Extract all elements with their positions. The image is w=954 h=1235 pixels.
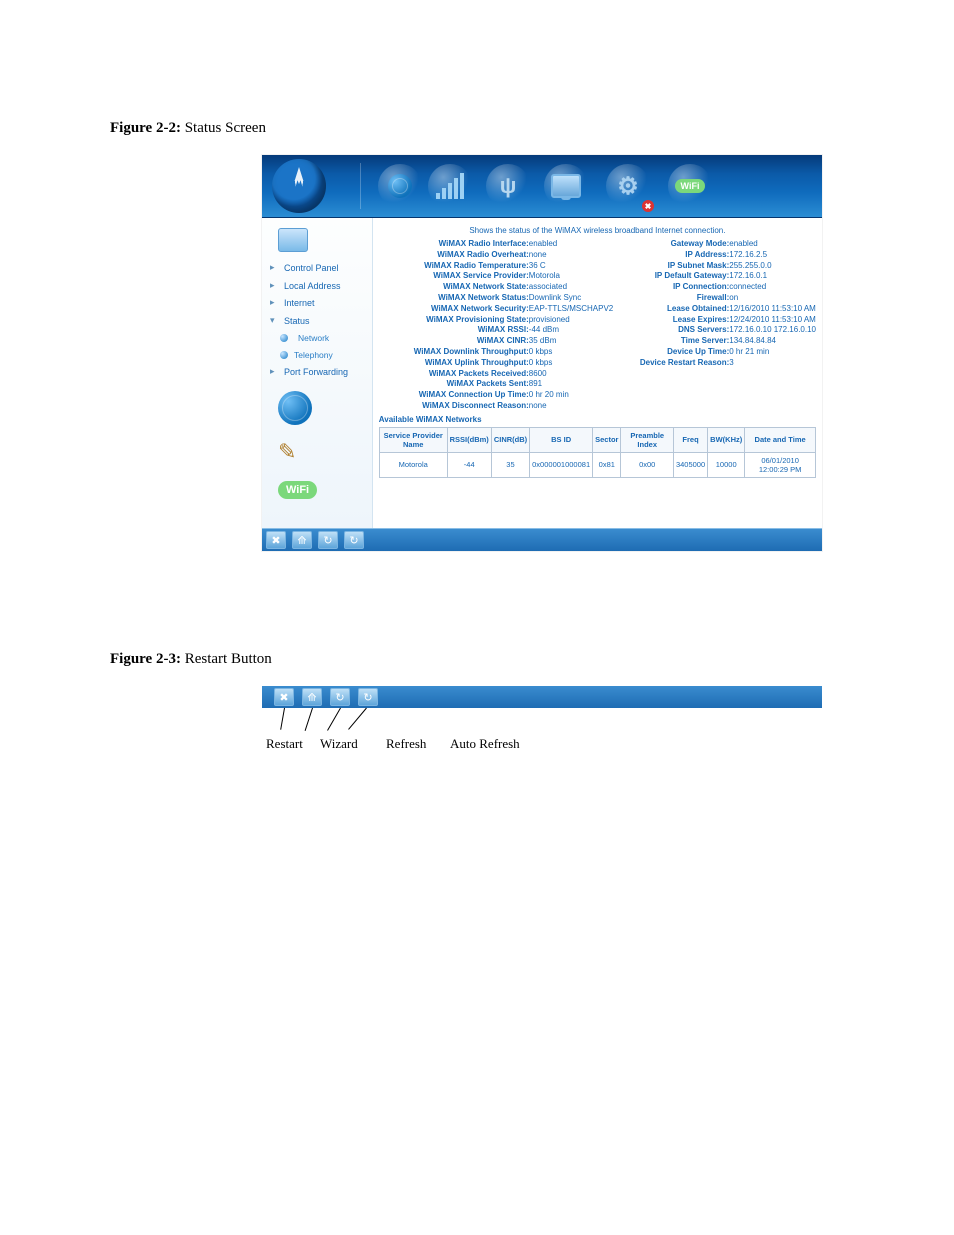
status-kv: Lease Expires:12/24/2010 11:53:10 AM: [619, 315, 816, 326]
status-banner: Shows the status of the WiMAX wireless b…: [379, 224, 816, 239]
status-kv: WiMAX Network State:associated: [379, 282, 613, 293]
table-header: RSSI(dBm): [447, 427, 491, 452]
header-monitor-icon[interactable]: [544, 164, 588, 208]
status-kv: DNS Servers:172.16.0.10 172.16.0.10: [619, 325, 816, 336]
figure-2-3-caption: Figure 2-3: Restart Button: [110, 651, 874, 668]
table-cell: 3405000: [673, 452, 707, 477]
status-kv: WiMAX Downlink Throughput:0 kbps: [379, 347, 613, 358]
main-content: Shows the status of the WiMAX wireless b…: [373, 218, 822, 528]
sidebar-globe-large-icon: [278, 391, 368, 431]
status-kv: WiMAX Packets Received:8600: [379, 369, 613, 380]
sidebar-pen-icon: ✎: [278, 439, 368, 465]
status-kv: WiMAX Service Provider:Motorola: [379, 271, 613, 282]
status-kv: WiMAX Uplink Throughput:0 kbps: [379, 358, 613, 369]
callout-wizard: Wizard: [320, 736, 358, 752]
table-header: BW(KHz): [708, 427, 745, 452]
status-kv: Gateway Mode:enabled: [619, 239, 816, 250]
table-header: CINR(dB): [491, 427, 529, 452]
status-kv: IP Address:172.16.2.5: [619, 250, 816, 261]
header-wifi-icon[interactable]: WiFi: [668, 164, 712, 208]
sidebar-item-local-address[interactable]: Local Address: [268, 278, 368, 296]
available-networks-label: Available WiMAX Networks: [379, 412, 816, 424]
footer-toolbar: ✖ ⟰ ↻ ↻: [262, 528, 822, 551]
status-kv: Device Up Time:0 hr 21 min: [619, 347, 816, 358]
footer-auto-refresh-button[interactable]: ↻: [344, 531, 364, 549]
sidebar-item-port-forwarding[interactable]: Port Forwarding: [268, 364, 368, 382]
status-kv: Device Restart Reason:3: [619, 358, 816, 369]
figure-2-3-title: Restart Button: [185, 651, 272, 667]
header-globe-icon[interactable]: [378, 164, 422, 208]
status-kv: IP Default Gateway:172.16.0.1: [619, 271, 816, 282]
sidebar-item-status[interactable]: Status: [268, 313, 368, 331]
footer-toolbar-detail: ✖ ⟰ ↻ ↻: [262, 686, 822, 708]
status-kv: IP Subnet Mask:255.255.0.0: [619, 261, 816, 272]
table-header: Service Provider Name: [379, 427, 447, 452]
status-right-column: Gateway Mode:enabledIP Address:172.16.2.…: [619, 239, 816, 412]
status-kv: Firewall:on: [619, 293, 816, 304]
app-header: ψ ⚙ WiFi: [262, 155, 822, 218]
status-left-column: WiMAX Radio Interface:enabledWiMAX Radio…: [379, 239, 613, 412]
table-cell: 35: [491, 452, 529, 477]
sidebar-wifi-large-icon: WiFi: [278, 473, 368, 499]
table-header: BS ID: [530, 427, 593, 452]
detail-auto-refresh-button[interactable]: ↻: [358, 688, 378, 706]
sidebar-item-internet[interactable]: Internet: [268, 295, 368, 313]
status-kv: Lease Obtained:12/16/2010 11:53:10 AM: [619, 304, 816, 315]
detail-wizard-button[interactable]: ⟰: [302, 688, 322, 706]
table-header: Sector: [593, 427, 621, 452]
sidebar-item-network[interactable]: Network: [268, 330, 368, 347]
table-cell: Motorola: [379, 452, 447, 477]
table-cell: 0x000001000081: [530, 452, 593, 477]
status-kv: WiMAX Packets Sent:891: [379, 379, 613, 390]
status-kv: Time Server:134.84.84.84: [619, 336, 816, 347]
status-kv: WiMAX Network Security:EAP-TTLS/MSCHAPV2: [379, 304, 613, 315]
sidebar: Control Panel Local Address Internet Sta…: [262, 218, 373, 528]
status-kv: WiMAX RSSI:-44 dBm: [379, 325, 613, 336]
header-signal-bars-icon[interactable]: [428, 164, 472, 208]
status-kv: WiMAX CINR:35 dBm: [379, 336, 613, 347]
figure-2-2-title: Status Screen: [185, 120, 266, 136]
detail-restart-button[interactable]: ✖: [274, 688, 294, 706]
footer-refresh-button[interactable]: ↻: [318, 531, 338, 549]
status-screen-screenshot: ψ ⚙ WiFi Control Panel Local Address Int…: [262, 155, 822, 551]
sidebar-item-telephony[interactable]: Telephony: [268, 347, 368, 364]
available-networks-table: Service Provider NameRSSI(dBm)CINR(dB)BS…: [379, 427, 816, 478]
table-header: Date and Time: [745, 427, 816, 452]
header-antenna-icon[interactable]: ψ: [486, 164, 530, 208]
callout-refresh: Refresh: [386, 736, 426, 752]
table-cell: 06/01/2010 12:00:29 PM: [745, 452, 816, 477]
status-kv: WiMAX Radio Overheat:none: [379, 250, 613, 261]
table-header: Preamble Index: [621, 427, 673, 452]
status-kv: WiMAX Provisioning State:provisioned: [379, 315, 613, 326]
motorola-logo: [272, 159, 326, 213]
callout-restart: Restart: [266, 736, 303, 752]
detail-refresh-button[interactable]: ↻: [330, 688, 350, 706]
status-kv: WiMAX Radio Temperature:36 C: [379, 261, 613, 272]
status-kv: IP Connection:connected: [619, 282, 816, 293]
figure-2-3-label: Figure 2-3:: [110, 651, 181, 667]
table-cell: 0x81: [593, 452, 621, 477]
figure-2-2-caption: Figure 2-2: Status Screen: [110, 120, 874, 137]
figure-2-2-label: Figure 2-2:: [110, 120, 181, 136]
status-kv: WiMAX Radio Interface:enabled: [379, 239, 613, 250]
table-header: Freq: [673, 427, 707, 452]
sidebar-device-icon: [272, 226, 312, 256]
callout-auto-refresh: Auto Refresh: [450, 736, 520, 752]
table-cell: 0x00: [621, 452, 673, 477]
restart-button-figure: ✖ ⟰ ↻ ↻ Restart Wizard Refresh Auto Refr…: [262, 686, 874, 756]
status-kv: WiMAX Network Status:Downlink Sync: [379, 293, 613, 304]
status-kv: WiMAX Connection Up Time:0 hr 20 min: [379, 390, 613, 401]
footer-restart-button[interactable]: ✖: [266, 531, 286, 549]
footer-wizard-button[interactable]: ⟰: [292, 531, 312, 549]
table-cell: -44: [447, 452, 491, 477]
sidebar-item-control-panel[interactable]: Control Panel: [268, 260, 368, 278]
status-kv: WiMAX Disconnect Reason:none: [379, 401, 613, 412]
header-gear-disabled-icon[interactable]: ⚙: [606, 164, 650, 208]
table-cell: 10000: [708, 452, 745, 477]
table-row: Motorola-44350x0000010000810x810x0034050…: [379, 452, 815, 477]
